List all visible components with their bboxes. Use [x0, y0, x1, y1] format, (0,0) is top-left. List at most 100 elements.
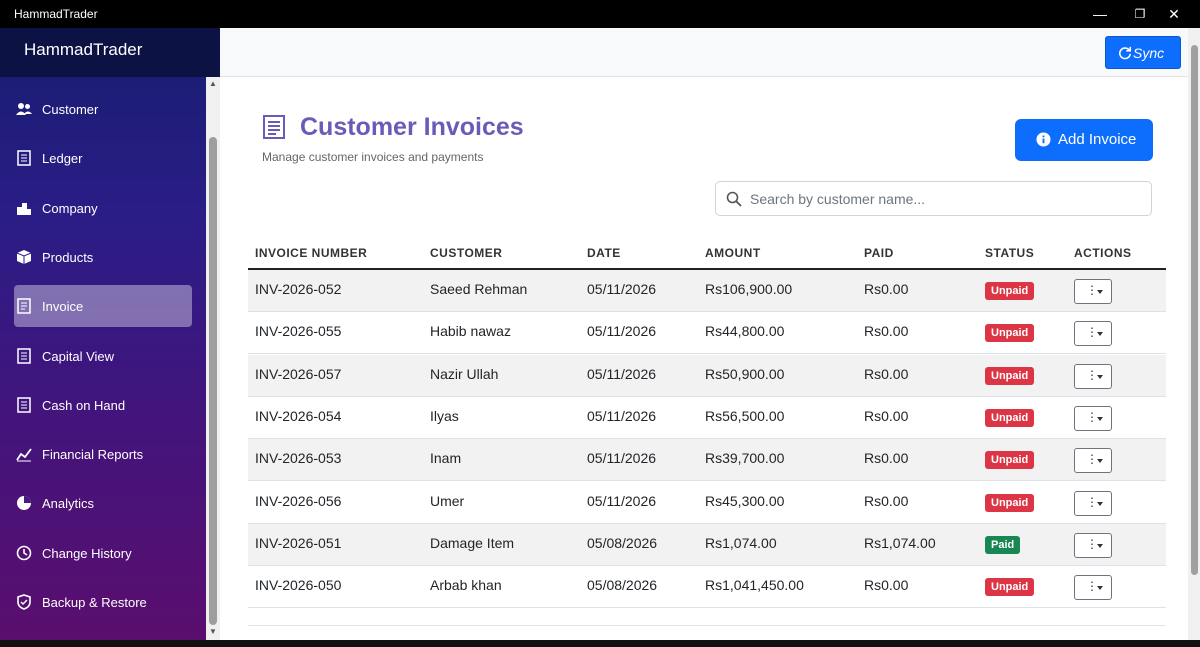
- table-row[interactable]: INV-2026-051 Damage Item 05/08/2026 Rs1,074…: [248, 523, 1166, 566]
- actions-dropdown-button[interactable]: ⋮: [1074, 363, 1112, 389]
- sidebar-scrollbar-thumb[interactable]: [209, 137, 217, 625]
- chevron-down-icon: [1097, 459, 1103, 464]
- sidebar-item-label: Backup & Restore: [42, 595, 147, 610]
- paid-amount: Rs0.00: [864, 450, 909, 467]
- table-row[interactable]: INV-2026-054 Ilyas 05/11/2026 Rs56,500.00 Rs…: [248, 397, 1166, 439]
- actions-dropdown-button[interactable]: ⋮: [1074, 321, 1112, 347]
- scroll-up-icon[interactable]: ▲: [209, 80, 217, 88]
- invoice-number: INV-2026-052: [255, 281, 342, 297]
- customer-name: Inam: [430, 450, 462, 467]
- minimize-icon[interactable]: —: [1090, 4, 1110, 24]
- sidebar-item-label: Analytics: [42, 496, 95, 512]
- customer-name: Umer: [430, 492, 465, 509]
- table-row[interactable]: INV-2026-050 Arbab khan 05/08/2026 Rs1,041,…: [248, 566, 1166, 609]
- sidebar-item-label: Capital View: [42, 348, 115, 364]
- ledger-icon: [17, 150, 31, 167]
- table-row[interactable]: INV-2026-057 Nazir Ullah 05/11/2026 Rs50,90…: [248, 354, 1166, 397]
- page-scrollbar-thumb[interactable]: [1191, 45, 1198, 575]
- add-invoice-button[interactable]: Add Invoice: [1015, 119, 1153, 161]
- sidebar-item-backup-restore[interactable]: Backup & Restore: [14, 581, 192, 623]
- search-input[interactable]: [750, 188, 1140, 210]
- actions-dropdown-button[interactable]: ⋮: [1074, 448, 1112, 474]
- invoice-amount: Rs44,800.00: [705, 323, 785, 340]
- sync-label: Sync: [1133, 45, 1165, 61]
- column-header: ACTIONS: [1074, 246, 1132, 260]
- sidebar-item-label: Invoice: [42, 299, 84, 315]
- column-header: PAID: [864, 246, 894, 260]
- invoice-amount: Rs39,700.00: [705, 450, 785, 467]
- maximize-icon[interactable]: ❐: [1130, 4, 1150, 24]
- invoice-amount: Rs1,041,450.00: [705, 577, 804, 594]
- actions-dropdown-button[interactable]: ⋮: [1074, 279, 1112, 304]
- invoice-date: 05/11/2026: [587, 323, 657, 340]
- chevron-down-icon: [1097, 416, 1103, 421]
- customer-name: Saeed Rehman: [430, 281, 528, 297]
- invoice-number: INV-2026-056: [255, 492, 342, 509]
- shield-icon: [17, 594, 31, 610]
- actions-dropdown-button[interactable]: ⋮: [1074, 532, 1112, 558]
- brand: HammadTrader: [0, 28, 220, 77]
- invoice-number: INV-2026-054: [255, 407, 342, 424]
- close-icon[interactable]: ✕: [1164, 4, 1184, 24]
- sidebar-item-label: Change History: [42, 545, 132, 561]
- scroll-down-icon[interactable]: ▼: [209, 628, 217, 636]
- sidebar-item-products[interactable]: Products: [14, 236, 192, 278]
- table-row[interactable]: INV-2026-053 Inam 05/11/2026 Rs39,700.00 Rs0…: [248, 439, 1166, 482]
- invoice-icon: [263, 115, 285, 139]
- paid-amount: Rs0.00: [864, 492, 909, 509]
- sidebar-item-ledger[interactable]: Ledger: [14, 137, 192, 179]
- chevron-down-icon: [1097, 586, 1103, 591]
- sidebar-item-invoice[interactable]: Invoice: [14, 285, 192, 328]
- invoice-number: INV-2026-057: [255, 365, 342, 382]
- invoice-icon: [17, 298, 31, 314]
- status-badge: Paid: [985, 535, 1021, 554]
- sidebar-item-label: Cash on Hand: [42, 397, 126, 413]
- column-header: STATUS: [985, 246, 1035, 260]
- invoice-number: INV-2026-055: [255, 323, 342, 340]
- customer-name: Arbab khan: [430, 577, 502, 594]
- table-row[interactable]: INV-2026-056 Umer 05/11/2026 Rs45,300.00 Rs0…: [248, 482, 1166, 524]
- cash-icon: [17, 397, 31, 413]
- sidebar: HammadTrader Customer Ledger Company Produc…: [0, 28, 220, 640]
- status-badge: Unpaid: [985, 324, 1035, 343]
- history-icon: [16, 545, 32, 560]
- table-row[interactable]: INV-2026-052 Saeed Rehman 05/11/2026 Rs106,…: [248, 270, 1166, 312]
- invoice-amount: Rs45,300.00: [705, 492, 785, 509]
- window-titlebar: HammadTrader — ❐ ✕: [0, 0, 1200, 28]
- customer-name: Ilyas: [430, 407, 459, 424]
- sidebar-item-cash-on-hand[interactable]: Cash on Hand: [14, 384, 192, 426]
- sidebar-item-company[interactable]: Company: [14, 187, 192, 229]
- invoice-date: 05/11/2026: [587, 492, 657, 509]
- invoice-amount: Rs56,500.00: [705, 407, 785, 424]
- sync-button[interactable]: Sync: [1105, 36, 1181, 69]
- sidebar-item-capital-view[interactable]: Capital View: [14, 335, 192, 377]
- chevron-down-icon: [1097, 543, 1103, 548]
- sidebar-item-label: Company: [42, 200, 98, 216]
- invoice-date: 05/11/2026: [587, 365, 657, 382]
- invoice-number: INV-2026-051: [255, 534, 342, 551]
- status-badge: Unpaid: [985, 408, 1035, 427]
- column-header: INVOICE NUMBER: [255, 246, 368, 260]
- sidebar-item-change-history[interactable]: Change History: [14, 532, 192, 574]
- page-subtitle: Manage customer invoices and payments: [262, 150, 484, 164]
- sidebar-item-financial-reports[interactable]: Financial Reports: [14, 433, 192, 475]
- actions-dropdown-button[interactable]: ⋮: [1074, 575, 1112, 601]
- sidebar-item-analytics[interactable]: Analytics: [14, 482, 192, 524]
- sidebar-item-label: Products: [42, 249, 94, 265]
- table-row[interactable]: INV-2026-055 Habib nawaz 05/11/2026 Rs44,80…: [248, 312, 1166, 355]
- invoice-amount: Rs50,900.00: [705, 365, 785, 382]
- actions-dropdown-button[interactable]: ⋮: [1074, 405, 1112, 431]
- add-invoice-label: Add Invoice: [1058, 131, 1137, 148]
- customer-name: Damage Item: [430, 534, 515, 551]
- paid-amount: Rs0.00: [864, 577, 909, 594]
- chevron-down-icon: [1097, 501, 1103, 506]
- chevron-down-icon: [1097, 374, 1103, 379]
- sidebar-item-customer[interactable]: Customer: [14, 88, 192, 130]
- users-icon: [16, 103, 32, 115]
- invoice-date: 05/08/2026: [587, 534, 658, 551]
- brand-name: HammadTrader: [24, 40, 143, 59]
- main-content: Sync Customer Invoices Manage customer i…: [220, 28, 1188, 640]
- actions-dropdown-button[interactable]: ⋮: [1074, 490, 1112, 516]
- table-footer-divider: [248, 625, 1166, 626]
- status-badge: Unpaid: [985, 451, 1035, 470]
